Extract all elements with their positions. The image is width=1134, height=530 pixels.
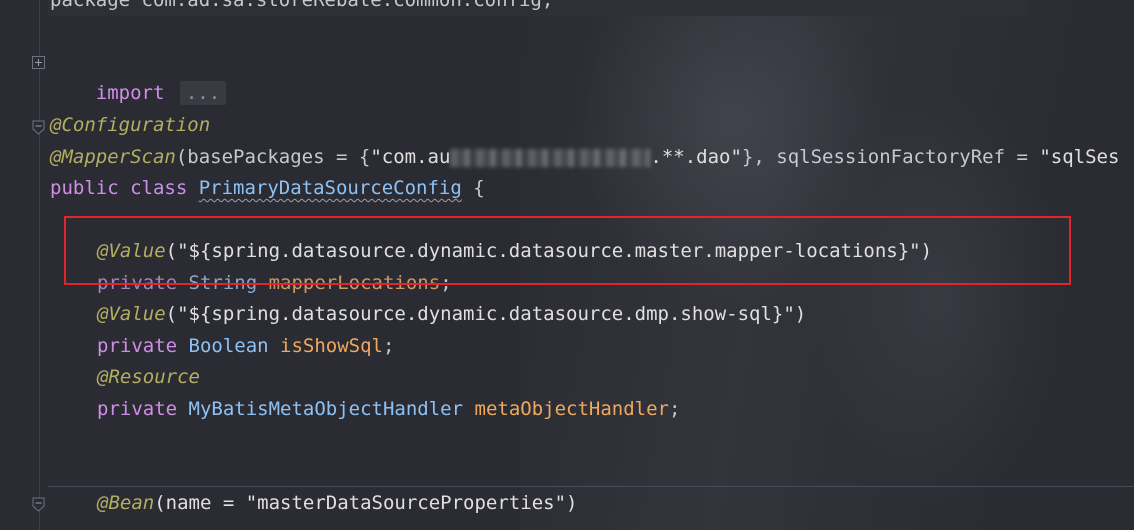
fold-expand-icon[interactable] [32, 56, 45, 69]
handler-type: MyBatisMetaObjectHandler [188, 398, 475, 420]
method-separator [48, 486, 1134, 487]
highlight-box [64, 216, 1071, 285]
semicolon-3: ; [668, 398, 681, 420]
bean-args: (name = "masterDataSourceProperties") [154, 492, 578, 514]
private-keyword-3: private [97, 398, 189, 420]
import-keyword: import [95, 82, 165, 104]
basepackages-string-start: "com.au [370, 146, 451, 168]
redacted-text [450, 148, 651, 167]
configuration-annotation: @Configuration [50, 114, 211, 136]
sqlsessionfactoryref-attr: sqlSessionFactoryRef = [776, 146, 1040, 168]
mapperscan-separator: }, [741, 146, 777, 168]
resource-annotation: @Resource [97, 366, 200, 388]
editor-gutter [0, 0, 45, 530]
meta-object-handler-field: metaObjectHandler [474, 398, 669, 420]
semicolon-2: ; [382, 335, 395, 357]
is-show-sql-field-line: private Boolean isShowSql; [97, 331, 394, 362]
import-fold-placeholder[interactable]: ... [179, 81, 227, 105]
bean-annotation-line: @Bean(name = "masterDataSourceProperties… [97, 488, 577, 519]
class-declaration-line: public class PrimaryDataSourceConfig { [50, 173, 485, 204]
public-class-keyword: public class [50, 177, 199, 199]
value-annotation-2: @Value [97, 303, 166, 325]
value-show-sql-line: @Value("${spring.datasource.dynamic.data… [97, 299, 806, 330]
import-line: import ... [50, 47, 227, 105]
fold-collapse-icon-bean[interactable] [32, 497, 45, 512]
private-keyword-2: private [97, 335, 189, 357]
sqlsessionfactoryref-string: "sqlSes [1039, 146, 1120, 168]
class-name[interactable]: PrimaryDataSourceConfig [199, 177, 462, 199]
boolean-type: Boolean [188, 335, 281, 357]
mapperscan-line: @MapperScan(basePackages = {"com.au .**.d… [50, 142, 1119, 173]
mapperscan-annotation: @MapperScan [50, 146, 176, 168]
is-show-sql-field: isShowSql [280, 335, 383, 357]
mapperscan-paren: ( [175, 146, 188, 168]
basepackages-attr: basePackages = { [187, 146, 371, 168]
fold-collapse-icon[interactable] [32, 120, 45, 135]
class-brace: { [461, 177, 485, 199]
basepackages-string-end: .**.dao" [650, 146, 742, 168]
gutter-divider [39, 0, 40, 530]
meta-object-handler-field-line: private MyBatisMetaObjectHandler metaObj… [97, 394, 680, 425]
value-string-2: ("${spring.datasource.dynamic.datasource… [165, 303, 807, 325]
bean-annotation: @Bean [97, 492, 155, 514]
package-line: package com.ad.sa.storeRebate.common.con… [50, 0, 554, 11]
